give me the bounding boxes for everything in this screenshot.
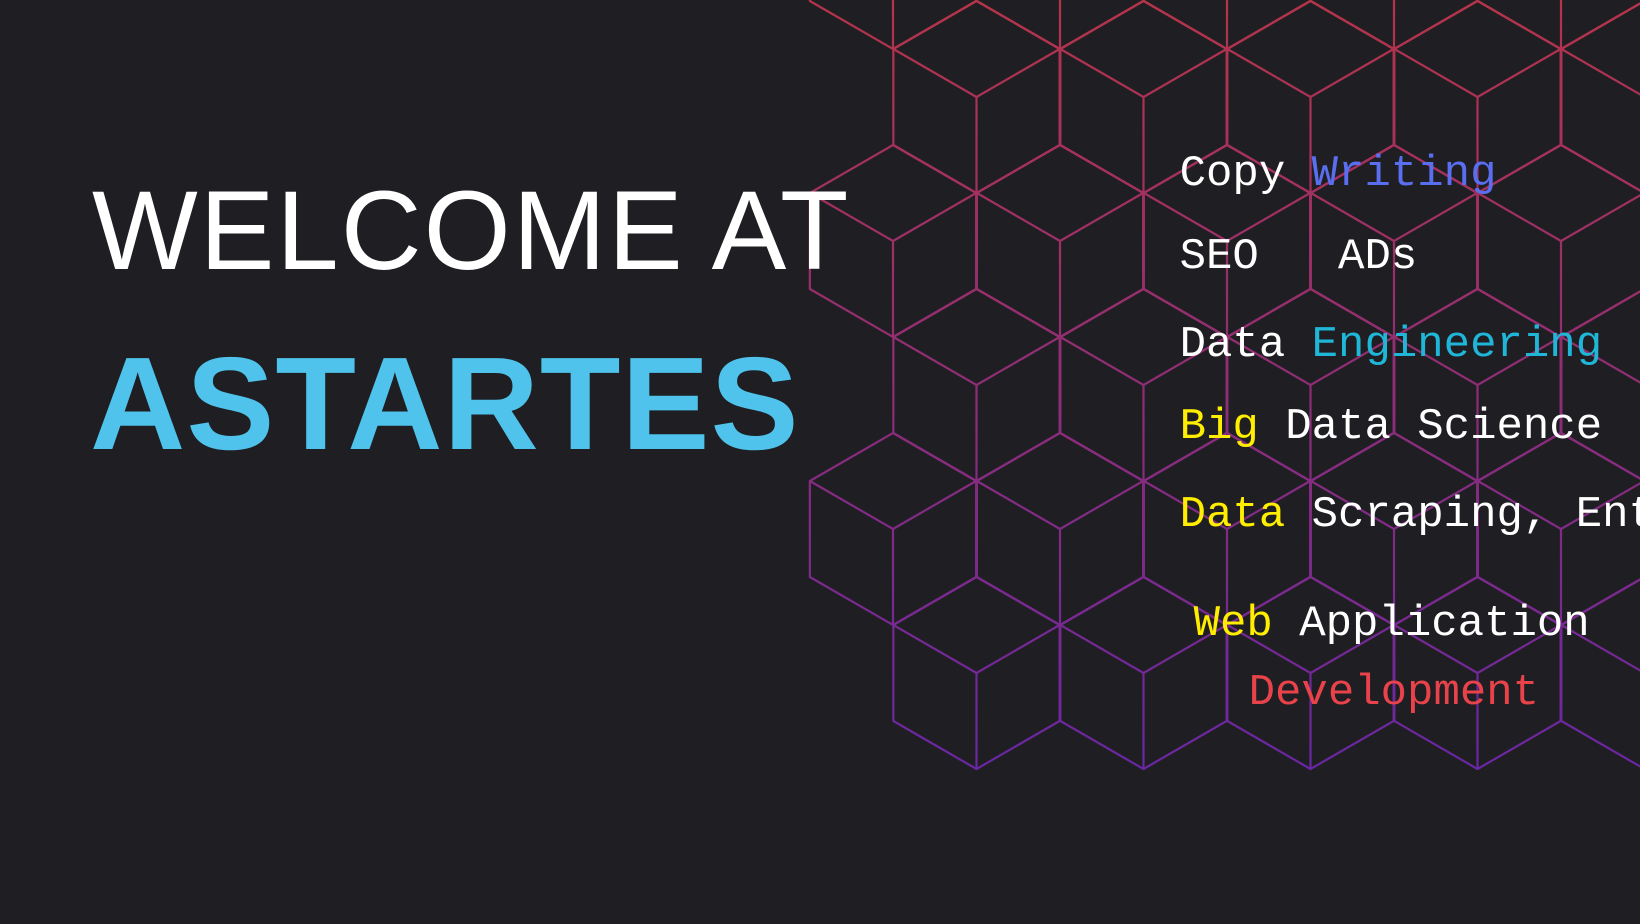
cube-edge [1393, 48, 1479, 98]
cube-edge [892, 624, 978, 674]
slide: WELCOME AT ASTARTES Copy Writing SEO ADs… [0, 0, 1640, 924]
cube-edge [892, 480, 977, 530]
cube-edge [1560, 48, 1640, 96]
cube-edge [1142, 48, 1228, 98]
cube-edge [976, 480, 1061, 530]
service-data-scraping-entry-part-1: Data [1179, 490, 1286, 540]
cube-edge [892, 336, 978, 386]
cube-edge [975, 336, 1061, 386]
service-development-text: Development [1248, 668, 1540, 718]
cube-edge [1309, 48, 1395, 98]
cube-edge [1560, 194, 1640, 242]
cube-outline [1476, 0, 1640, 51]
cube-edge [976, 192, 1061, 242]
cube-edge [975, 48, 1061, 98]
cube-edge [1476, 48, 1562, 98]
cube-edge [1059, 48, 1145, 98]
service-development: Development [1143, 627, 1539, 759]
cube-edge [1226, 48, 1312, 98]
cube-edge [892, 48, 978, 98]
service-seo-ads-text: SEO ADs [1179, 232, 1418, 282]
service-big-data-science-part-2: Data Science [1258, 402, 1603, 452]
welcome-heading: WELCOME AT [92, 168, 851, 293]
cube-edge [809, 480, 894, 530]
cube-outline [1560, 2, 1640, 192]
service-data-scraping-entry-part-2: Scraping, Entry [1311, 490, 1640, 540]
service-big-data-science-part-1: Big [1179, 402, 1259, 452]
cube-edge [892, 192, 977, 242]
brand-name: ASTARTES [90, 330, 800, 477]
cube-edge [975, 624, 1061, 674]
